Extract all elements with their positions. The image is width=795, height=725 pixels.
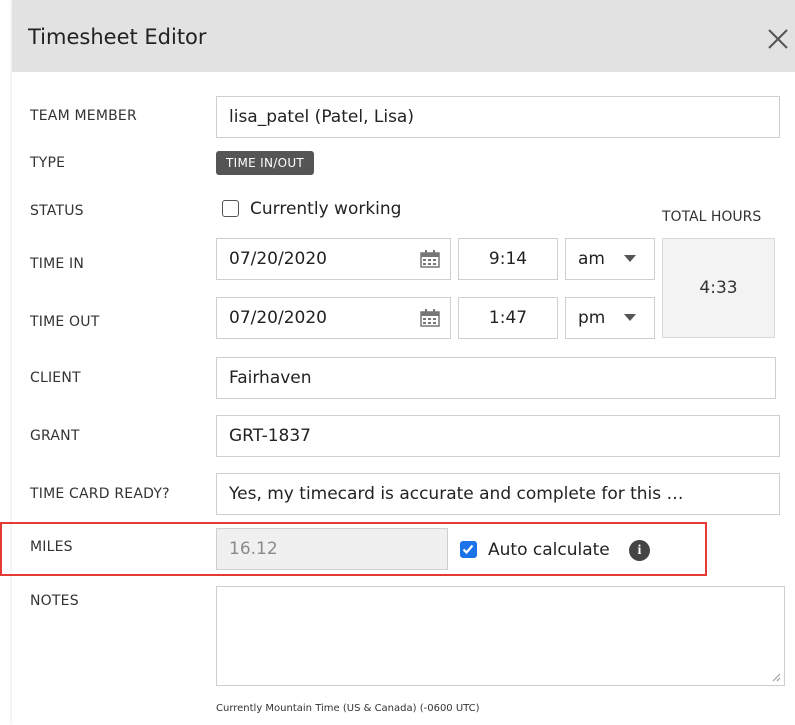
client-input[interactable]: Fairhaven xyxy=(216,357,776,399)
total-hours-value: 4:33 xyxy=(662,238,775,338)
calendar-icon[interactable] xyxy=(420,309,440,327)
time-in-date-input[interactable]: 07/20/2020 xyxy=(216,238,451,280)
team-member-label: TEAM MEMBER xyxy=(30,108,137,124)
time-card-ready-select[interactable]: Yes, my timecard is accurate and complet… xyxy=(216,473,780,515)
close-icon[interactable] xyxy=(765,26,791,52)
miles-label: MILES xyxy=(30,539,73,555)
time-in-date-value: 07/20/2020 xyxy=(229,249,327,269)
miles-input[interactable]: 16.12 xyxy=(216,528,448,570)
time-out-ampm-value: pm xyxy=(578,308,606,328)
auto-calculate-label[interactable]: Auto calculate xyxy=(488,540,610,560)
timezone-note: Currently Mountain Time (US & Canada) (-… xyxy=(216,703,480,714)
team-member-input[interactable]: lisa_patel (Patel, Lisa) xyxy=(216,96,780,138)
auto-calculate-checkbox[interactable] xyxy=(460,541,477,558)
time-out-date-value: 07/20/2020 xyxy=(229,308,327,328)
time-in-label: TIME IN xyxy=(30,256,85,272)
chevron-down-icon xyxy=(624,255,636,262)
info-icon[interactable]: i xyxy=(629,540,650,561)
grant-input[interactable]: GRT-1837 xyxy=(216,415,780,457)
chevron-down-icon xyxy=(624,314,636,321)
total-hours-label: TOTAL HOURS xyxy=(662,209,762,225)
type-label: TYPE xyxy=(30,155,66,171)
time-card-ready-label: TIME CARD READY? xyxy=(30,486,170,502)
status-label: STATUS xyxy=(30,203,84,219)
time-out-date-input[interactable]: 07/20/2020 xyxy=(216,297,451,339)
grant-label: GRANT xyxy=(30,428,80,444)
currently-working-checkbox[interactable] xyxy=(222,200,239,217)
dialog-header: Timesheet Editor xyxy=(12,0,795,72)
calendar-icon[interactable] xyxy=(420,250,440,268)
checkmark-icon xyxy=(462,544,474,555)
notes-label: NOTES xyxy=(30,593,79,609)
resize-handle-icon[interactable] xyxy=(771,672,781,682)
type-badge: TIME IN/OUT xyxy=(216,151,315,175)
time-in-ampm-value: am xyxy=(578,249,605,269)
time-in-ampm-select[interactable]: am xyxy=(565,238,655,280)
time-out-time-input[interactable]: 1:47 xyxy=(458,297,558,339)
notes-textarea[interactable] xyxy=(216,586,785,686)
client-label: CLIENT xyxy=(30,370,81,386)
dialog-title: Timesheet Editor xyxy=(28,25,207,49)
time-out-ampm-select[interactable]: pm xyxy=(565,297,655,339)
time-out-label: TIME OUT xyxy=(30,314,100,330)
time-in-time-input[interactable]: 9:14 xyxy=(458,238,558,280)
currently-working-label[interactable]: Currently working xyxy=(250,199,401,219)
